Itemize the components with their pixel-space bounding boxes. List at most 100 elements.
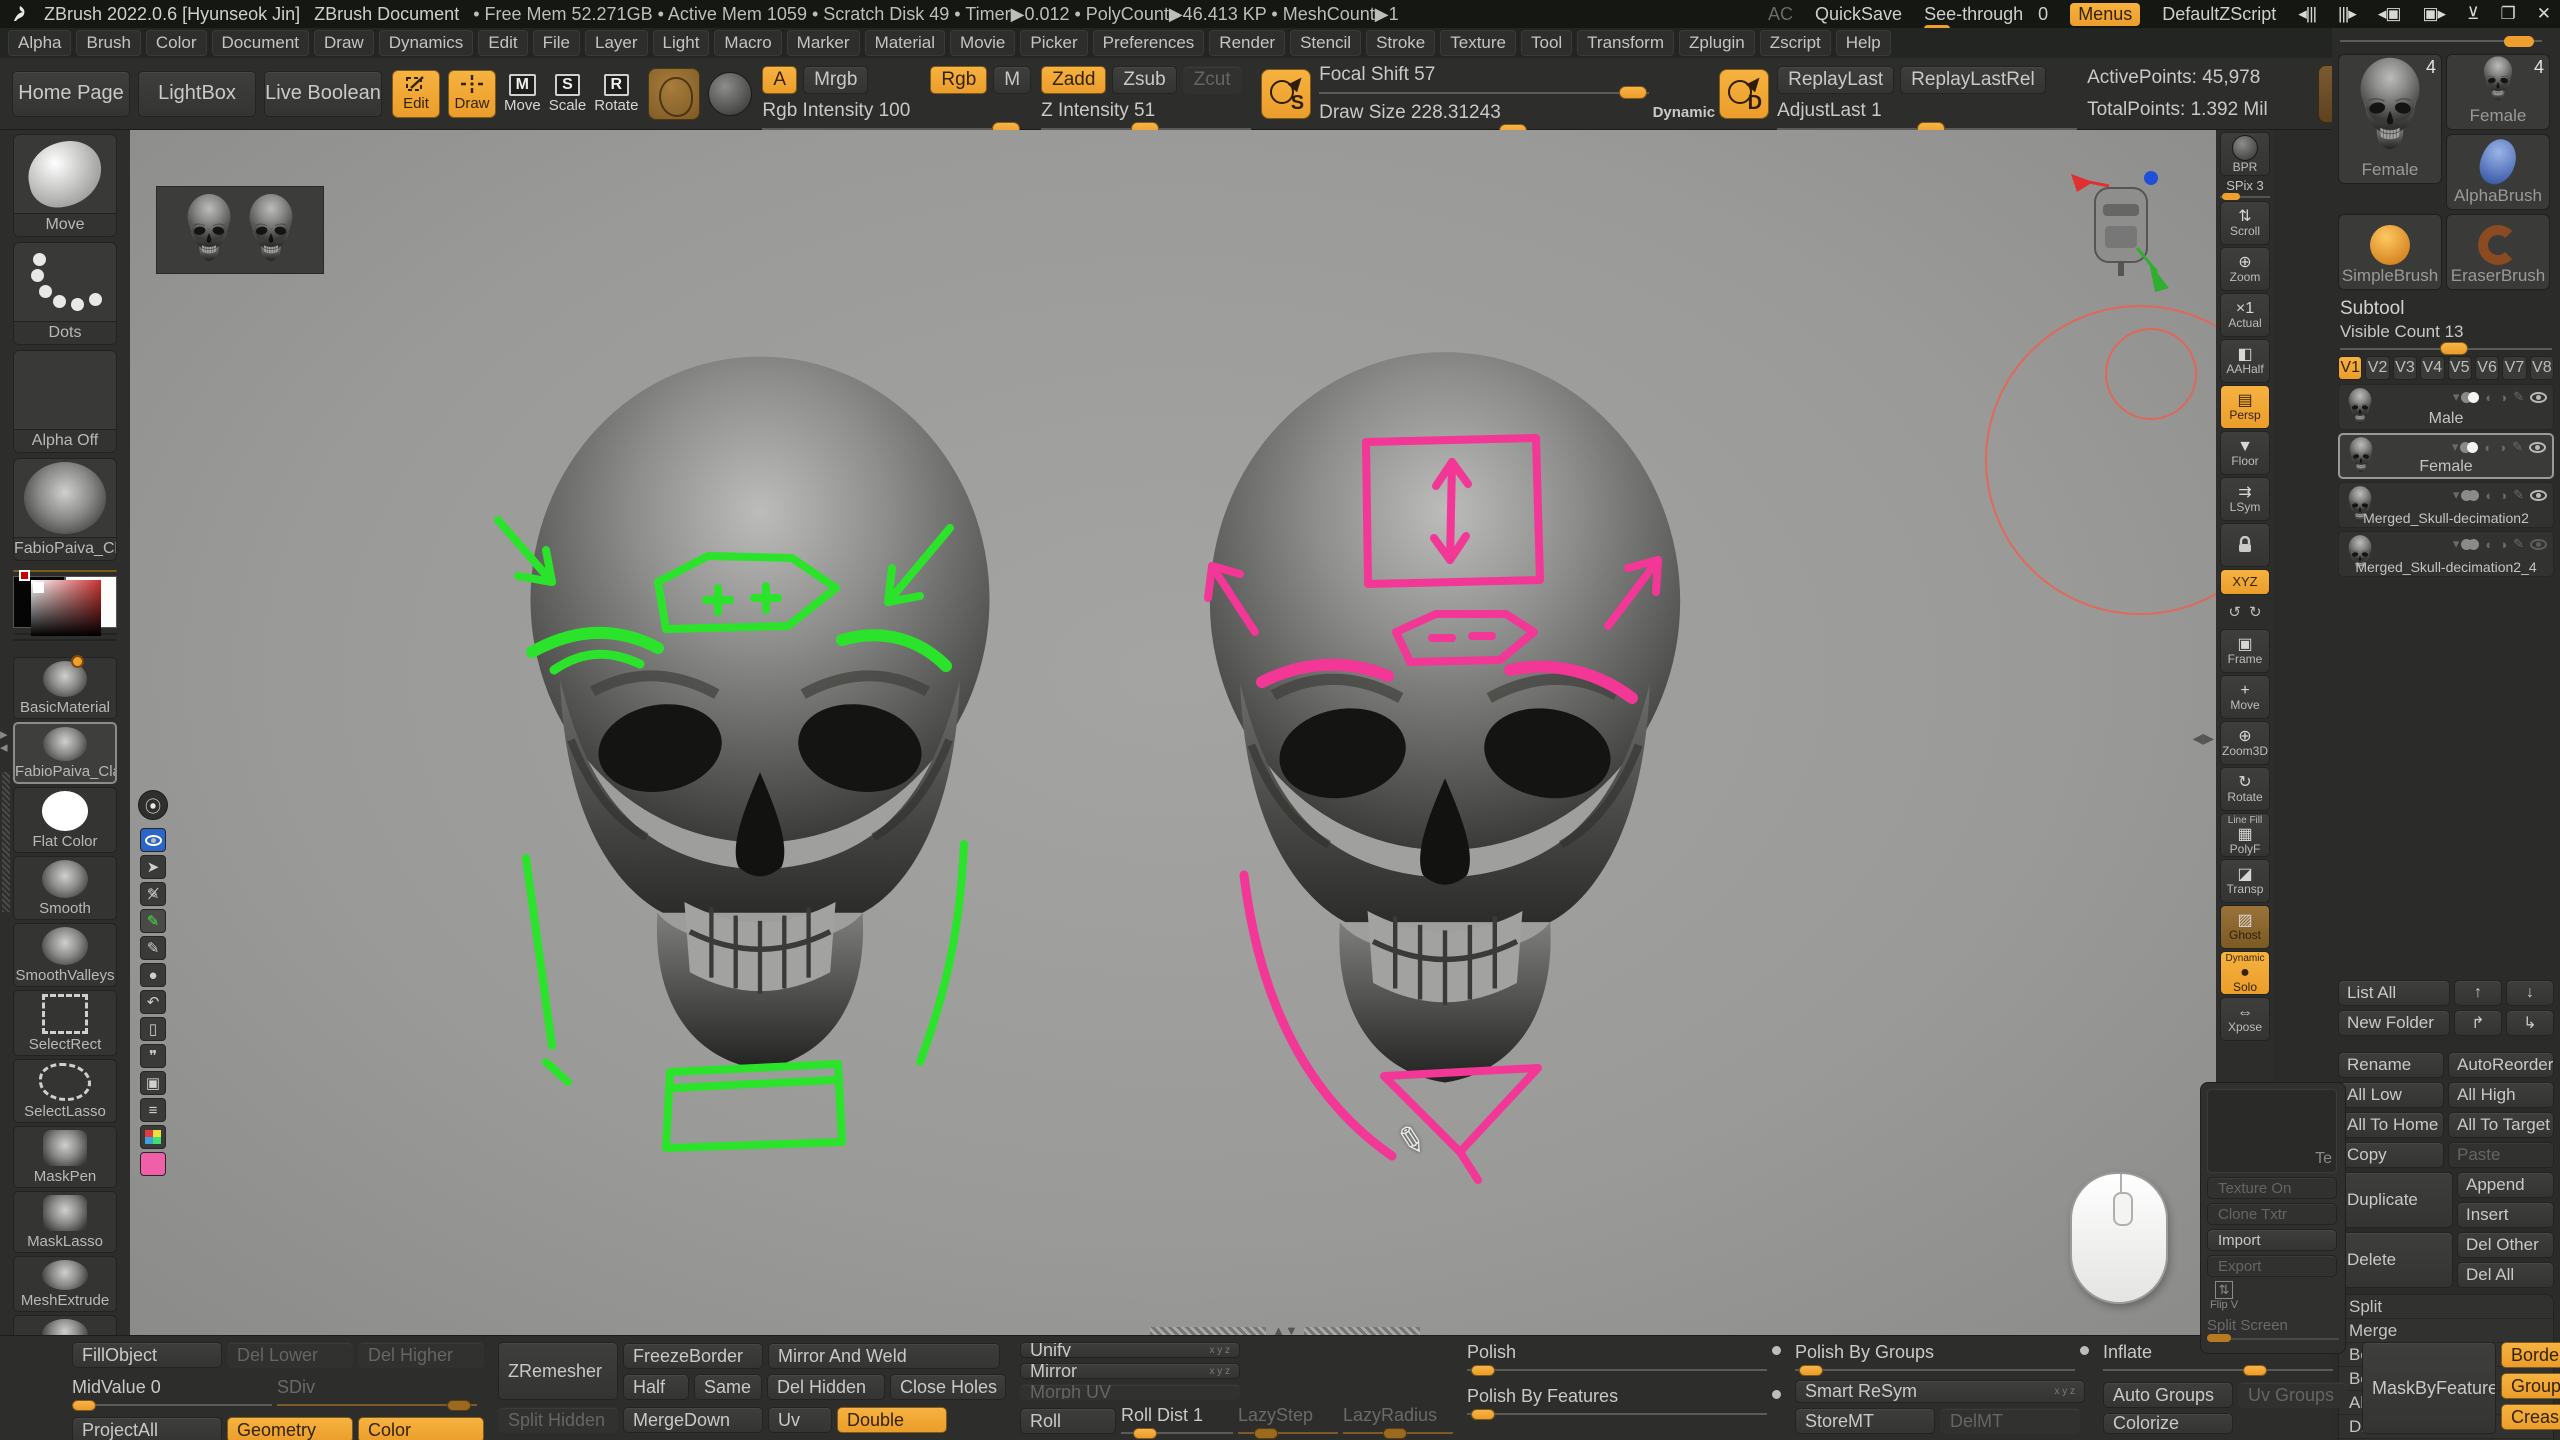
del-lower-button[interactable]: Del Lower: [227, 1342, 353, 1368]
palette-icon[interactable]: [140, 1125, 166, 1149]
strip-zoom-button[interactable]: ⊕Zoom: [2220, 247, 2270, 291]
mirror-xyz-toggles[interactable]: x y z: [1209, 1366, 1230, 1377]
subtool-row-female[interactable]: ▾ ◐ ◑ ✎ Female: [2338, 433, 2554, 479]
notes-icon[interactable]: ≡: [140, 1098, 166, 1122]
brush-thumbnail-simplebrush[interactable]: SimpleBrush: [2338, 214, 2442, 290]
polish-by-groups-mode-dot[interactable]: [2080, 1346, 2089, 1355]
strip-lock-button[interactable]: [2220, 523, 2270, 567]
close-holes-button[interactable]: Close Holes: [890, 1374, 1006, 1400]
import-button[interactable]: Import: [13, 639, 117, 641]
brush-smooth-valleys[interactable]: SmoothValleys: [13, 923, 117, 987]
scale-mode-button[interactable]: S Scale: [549, 74, 587, 114]
strip-ghost-button[interactable]: ▨Ghost: [2220, 905, 2270, 949]
uv-groups-button[interactable]: Uv Groups: [2238, 1382, 2348, 1408]
right-edge-splitter[interactable]: ◀▶: [2192, 730, 2214, 747]
sculpt-canvas[interactable]: ⦿ ➤ ✎̸ ✎ ✎ ● ↶ ▯ ❞ ▣ ≡ ✎ ▲▼: [130, 130, 2216, 1335]
uv-toggle-icon[interactable]: ◐: [2485, 537, 2493, 552]
subtool-panel-title[interactable]: Subtool: [2340, 298, 2552, 320]
del-mt-button[interactable]: DelMT: [1940, 1408, 2080, 1434]
tool-select-lasso[interactable]: SelectLasso: [13, 1059, 117, 1123]
texture-export-button[interactable]: Export: [2207, 1255, 2337, 1277]
bpr-button[interactable]: BPR: [2220, 132, 2270, 176]
uv-button[interactable]: Uv: [768, 1407, 832, 1433]
live-boolean-button[interactable]: Live Boolean: [264, 71, 382, 117]
adjust-last-slider[interactable]: AdjustLast 1: [1777, 100, 2077, 122]
menu-preferences[interactable]: Preferences: [1093, 30, 1205, 56]
minimize-icon[interactable]: ⊻: [2467, 4, 2478, 24]
dock-top-slider[interactable]: [2340, 36, 2552, 46]
zcut-button[interactable]: Zcut: [1183, 66, 1242, 94]
delete-button[interactable]: Delete: [2338, 1232, 2453, 1288]
tool-mask-lasso[interactable]: MaskLasso: [13, 1191, 117, 1253]
strip-floor-button[interactable]: ▼Floor: [2220, 431, 2270, 475]
lazy-step-slider[interactable]: LazyStep: [1238, 1405, 1338, 1434]
sdiv-slider[interactable]: SDiv: [277, 1377, 477, 1406]
subtool-drop-icon[interactable]: ▾: [2453, 536, 2460, 552]
tool-thumbnail-female-small[interactable]: 4 Female: [2446, 54, 2550, 130]
tab-v7[interactable]: V7: [2502, 356, 2526, 380]
menu-movie[interactable]: Movie: [950, 30, 1015, 56]
clone-texture-button[interactable]: Clone Txtr: [2207, 1203, 2337, 1225]
tab-v3[interactable]: V3: [2393, 356, 2417, 380]
menu-document[interactable]: Document: [212, 30, 309, 56]
quicksave-button[interactable]: QuickSave: [1815, 4, 1902, 25]
current-alpha-thumbnail[interactable]: Alpha Off: [13, 350, 117, 453]
groups-toggle[interactable]: Groups: [2501, 1373, 2560, 1399]
left-edge-drag-strip[interactable]: [2, 772, 10, 912]
strip-persp-button[interactable]: ▤Persp: [2220, 385, 2270, 429]
menu-marker[interactable]: Marker: [787, 30, 860, 56]
all-low-button[interactable]: All Low: [2338, 1082, 2444, 1108]
uv-toggle-icon[interactable]: ◐: [2484, 440, 2492, 455]
menus-button[interactable]: Menus: [2070, 3, 2140, 26]
merge-down-button[interactable]: MergeDown: [623, 1407, 763, 1433]
insert-button[interactable]: Insert: [2457, 1202, 2554, 1228]
visibility-eye-icon[interactable]: [2530, 539, 2547, 550]
z-intensity-slider[interactable]: Z Intensity 51: [1041, 100, 1251, 122]
auto-groups-button[interactable]: Auto Groups: [2103, 1382, 2233, 1408]
subtool-drop-icon[interactable]: ▾: [2453, 487, 2460, 503]
mid-value-slider[interactable]: MidValue 0: [72, 1377, 272, 1406]
texture-preview-box[interactable]: Te: [2207, 1089, 2337, 1173]
move-subtool-up-button[interactable]: ↑: [2454, 980, 2502, 1006]
pink-swatch-icon[interactable]: [140, 1152, 166, 1176]
visible-count-slider[interactable]: Visible Count 13: [2340, 322, 2552, 342]
brush-preview[interactable]: [648, 68, 700, 120]
menu-zscript[interactable]: Zscript: [1760, 30, 1831, 56]
rgb-intensity-slider[interactable]: Rgb Intensity 100: [762, 100, 1012, 122]
polypaint-toggle[interactable]: [2465, 539, 2479, 550]
subtool-drop-icon[interactable]: ▾: [2453, 389, 2460, 405]
visibility-eye-icon[interactable]: [2529, 442, 2546, 453]
same-button[interactable]: Same: [694, 1374, 762, 1400]
tool-select-rect[interactable]: SelectRect: [13, 990, 117, 1056]
spix-slider[interactable]: SPix 3: [2220, 178, 2270, 193]
strip-spin-buttons[interactable]: ↺ ↻: [2220, 597, 2270, 627]
mirror-and-weld-button[interactable]: Mirror And Weld: [768, 1343, 1000, 1369]
crease-toggle[interactable]: Crease: [2501, 1404, 2560, 1430]
menu-picker[interactable]: Picker: [1020, 30, 1087, 56]
morph-uv-button[interactable]: Morph UV: [1020, 1384, 1240, 1400]
tool-mesh-extrude[interactable]: MeshExtrude: [13, 1256, 117, 1312]
replay-last-button[interactable]: ReplayLast: [1777, 66, 1894, 94]
tab-v4[interactable]: V4: [2420, 356, 2444, 380]
see-through-slider[interactable]: See-through 0: [1924, 4, 2048, 25]
brush-toggle-icon[interactable]: ✎: [2512, 439, 2523, 455]
menu-brush[interactable]: Brush: [76, 30, 140, 56]
edit-button[interactable]: Edit: [392, 70, 440, 118]
roll-dist-slider[interactable]: Roll Dist 1: [1121, 1405, 1233, 1434]
tab-v5[interactable]: V5: [2448, 356, 2472, 380]
material-basic[interactable]: BasicMaterial: [13, 657, 117, 719]
trash-icon[interactable]: ▯: [140, 1017, 166, 1041]
bottom-tray-handle[interactable]: ▲▼: [1150, 1326, 1420, 1335]
polish-slider[interactable]: Polish: [1467, 1342, 1767, 1371]
rgb-button[interactable]: Rgb: [930, 66, 987, 94]
home-page-button[interactable]: Home Page: [12, 71, 130, 117]
half-button[interactable]: Half: [623, 1374, 689, 1400]
tab-v1[interactable]: V1: [2338, 356, 2362, 380]
saturation-square[interactable]: [31, 580, 101, 636]
strip-xyz-button[interactable]: XYZ: [2220, 569, 2270, 595]
highlighter-icon[interactable]: ✎: [140, 909, 166, 933]
del-all-button[interactable]: Del All: [2457, 1262, 2554, 1288]
brush-toggle-icon[interactable]: ✎: [2513, 487, 2524, 503]
strip-actual-button[interactable]: ×1Actual: [2220, 293, 2270, 337]
focal-shift-slider[interactable]: Focal Shift 57: [1319, 64, 1649, 86]
